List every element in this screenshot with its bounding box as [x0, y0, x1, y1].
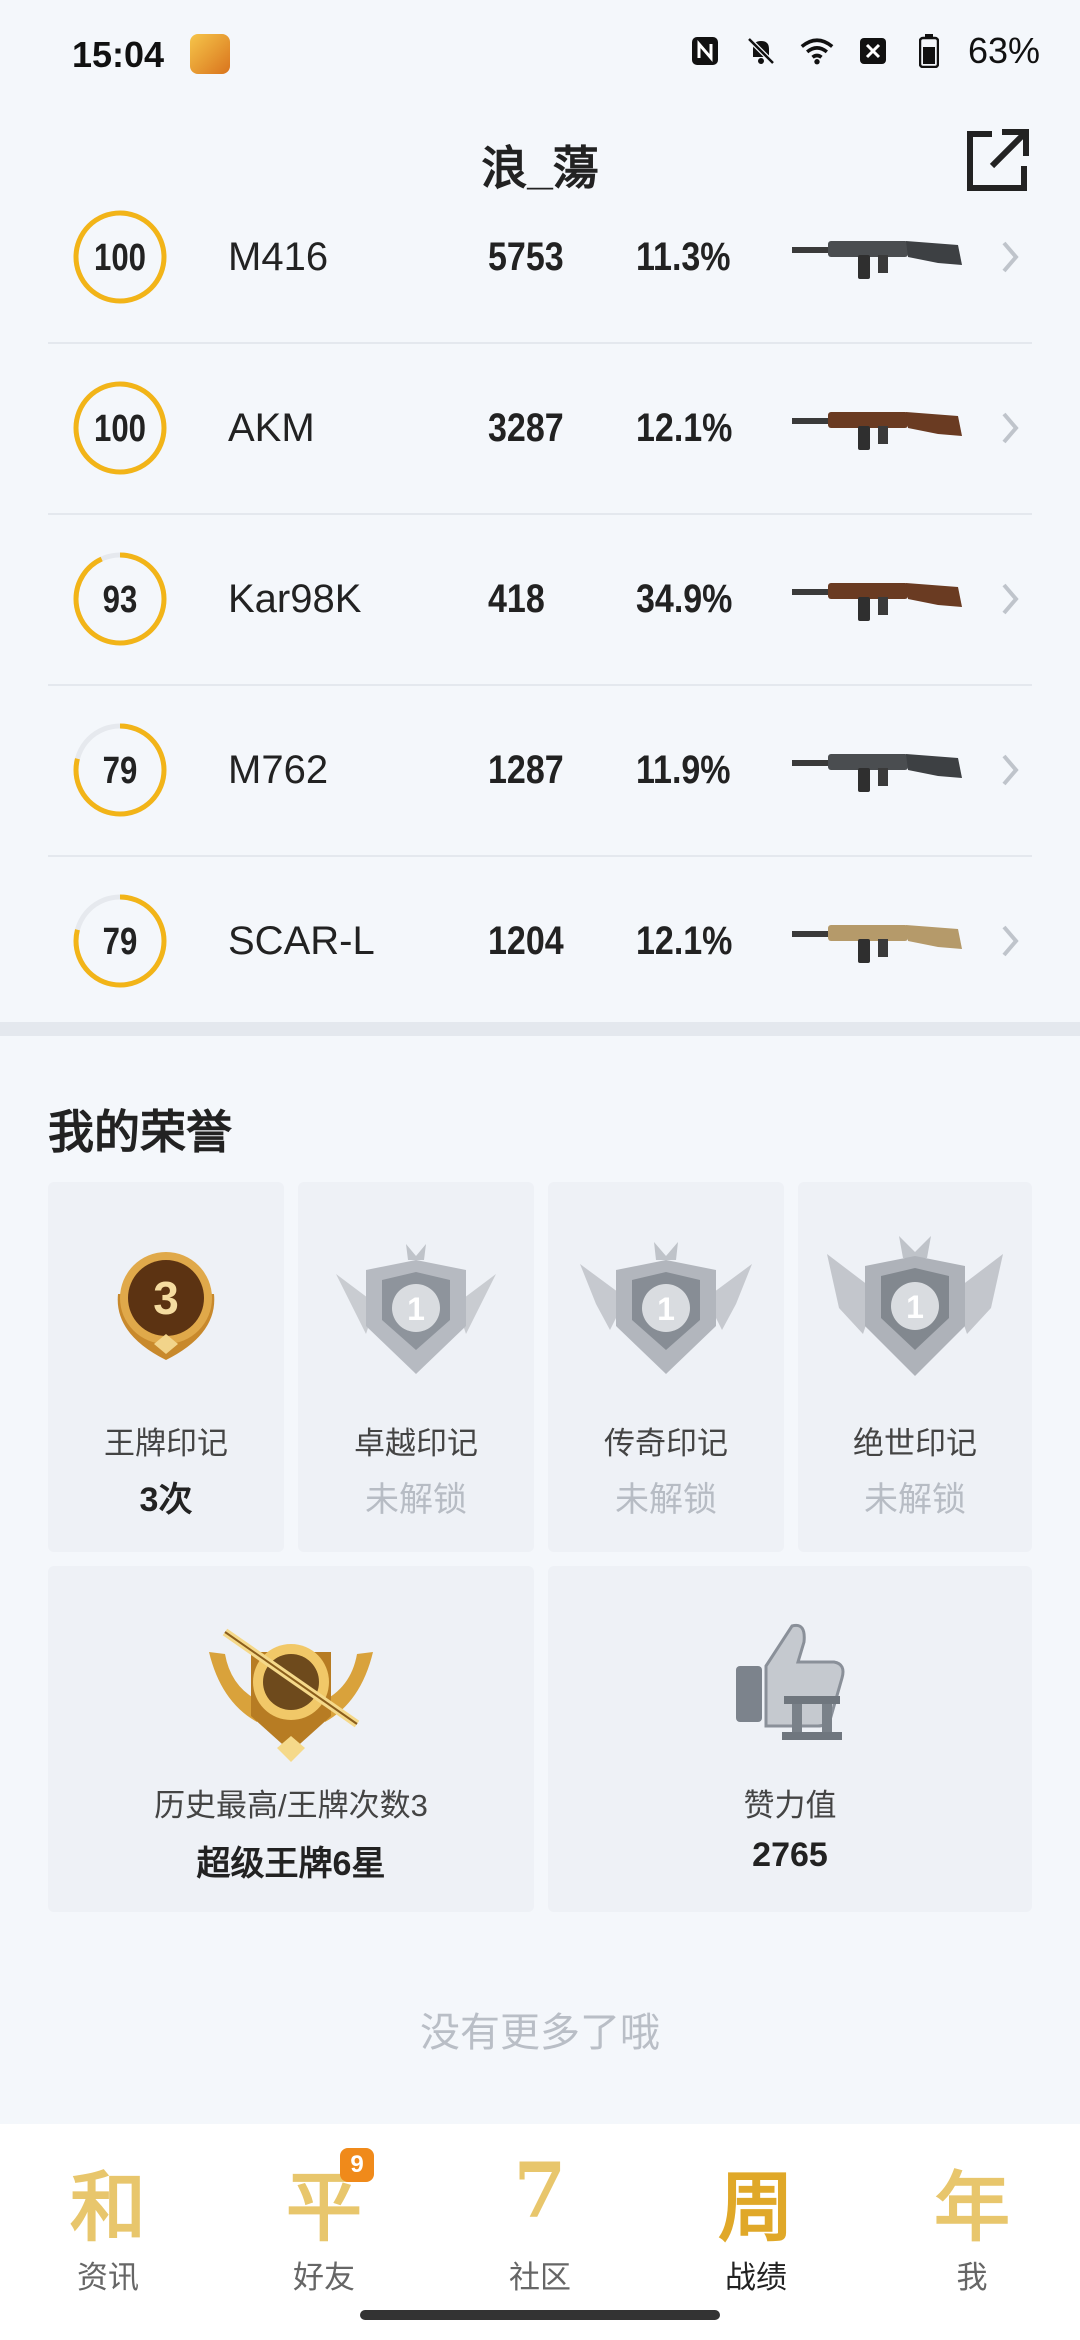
nav-records[interactable]: 周 战绩	[648, 2140, 864, 2320]
weapon-rate: 12.1%	[636, 405, 733, 450]
weapon-row[interactable]: 93 Kar98K 418 34.9%	[48, 513, 1032, 686]
app-notification-icon	[190, 34, 230, 74]
likes-card[interactable]: 赞力值 2765	[548, 1566, 1032, 1912]
no-sim-icon	[856, 34, 890, 68]
weapon-name: Kar98K	[228, 576, 362, 621]
wifi-icon	[800, 34, 834, 68]
weapon-rate: 12.1%	[636, 918, 733, 963]
likes-value: 2765	[752, 1836, 828, 1874]
status-time: 15:04	[72, 34, 165, 75]
nav-friends[interactable]: 平 9 好友	[216, 2140, 432, 2320]
weapon-image-icon	[792, 240, 962, 279]
nav-community-label: 社区	[509, 2260, 571, 2295]
unmatched-mark-label: 绝世印记	[853, 1426, 977, 1461]
status-bar: 15:04 63%	[0, 0, 1080, 110]
best-rank-label: 历史最高/王牌次数3	[154, 1788, 428, 1823]
nav-me[interactable]: 年 我	[864, 2140, 1080, 2320]
weapon-row[interactable]: 79 SCAR-L 1204 12.1%	[48, 855, 1032, 1020]
weapon-score: 100	[94, 236, 146, 279]
weapon-kills: 1287	[488, 747, 564, 792]
unmatched-mark-card[interactable]: 1 绝世印记 未解锁	[798, 1182, 1032, 1552]
section-divider	[0, 1022, 1080, 1036]
nav-community-icon: 7	[513, 2146, 567, 2235]
nav-me-label: 我	[956, 2260, 988, 2295]
legend-mark-card[interactable]: 1 传奇印记 未解锁	[548, 1182, 784, 1552]
friends-count-badge: 9	[340, 2148, 374, 2182]
nav-community[interactable]: 7 社区	[432, 2140, 648, 2320]
nav-news-icon: 和	[70, 2163, 146, 2252]
unmatched-mark-badge-icon: 1	[827, 1236, 1003, 1376]
svg-text:3: 3	[153, 1272, 179, 1324]
unmatched-mark-value: 未解锁	[864, 1481, 966, 1519]
nav-news-label: 资讯	[77, 2260, 139, 2295]
weapon-kills: 418	[488, 576, 545, 621]
ace-mark-label: 王牌印记	[104, 1426, 228, 1461]
legend-mark-badge-icon: 1	[580, 1242, 752, 1374]
weapon-kills: 1204	[488, 918, 564, 963]
home-indicator[interactable]	[360, 2310, 720, 2320]
weapon-image-icon	[792, 582, 962, 621]
weapon-rate: 11.9%	[636, 747, 731, 792]
mute-bell-icon	[744, 34, 778, 68]
legend-mark-label: 传奇印记	[604, 1426, 728, 1461]
weapon-row[interactable]: 100 M416 5753 11.3%	[48, 200, 1032, 344]
chevron-right-icon	[1002, 754, 1019, 785]
weapon-kills: 3287	[488, 405, 564, 450]
ace-mark-card[interactable]: 3 王牌印记 3次	[48, 1182, 284, 1552]
weapon-name: SCAR-L	[228, 918, 375, 963]
nav-friends-icon: 平	[286, 2163, 362, 2252]
weapon-score: 93	[102, 578, 138, 621]
nav-records-icon: 周	[718, 2163, 794, 2252]
weapon-name: M416	[228, 234, 329, 279]
share-button[interactable]	[962, 124, 1034, 196]
weapon-row[interactable]: 100 AKM 3287 12.1%	[48, 342, 1032, 515]
excellent-mark-label: 卓越印记	[354, 1426, 478, 1461]
svg-text:1: 1	[407, 1291, 425, 1327]
chevron-right-icon	[1002, 412, 1019, 443]
best-rank-value: 超级王牌6星	[196, 1845, 386, 1883]
weapon-image-icon	[792, 924, 962, 963]
status-icons: 63%	[688, 30, 1040, 72]
weapon-image-icon	[792, 753, 962, 792]
weapon-rate: 11.3%	[636, 234, 731, 279]
excellent-mark-badge-icon: 1	[336, 1244, 496, 1374]
honors-title: 我的荣誉	[48, 1106, 232, 1158]
chevron-right-icon	[1002, 583, 1019, 614]
thumbs-up-icon	[736, 1623, 845, 1740]
svg-text:1: 1	[906, 1289, 924, 1325]
weapon-rate: 34.9%	[636, 576, 733, 621]
weapon-name: M762	[228, 747, 329, 792]
ace-mark-badge-icon: 3	[117, 1252, 215, 1360]
likes-label: 赞力值	[743, 1788, 837, 1823]
best-rank-card[interactable]: 历史最高/王牌次数3 超级王牌6星	[48, 1566, 534, 1912]
nav-friends-label: 好友	[293, 2260, 355, 2295]
chevron-right-icon	[1002, 925, 1019, 956]
battery-icon	[912, 34, 946, 68]
weapon-score: 79	[102, 920, 138, 963]
share-icon	[967, 129, 1029, 191]
excellent-mark-value: 未解锁	[365, 1481, 467, 1519]
chevron-right-icon	[1002, 241, 1019, 272]
nfc-icon	[688, 34, 722, 68]
nav-records-label: 战绩	[725, 2260, 787, 2295]
bottom-nav: 和 资讯 平 9 好友 7 社区 周 战绩 年 我	[0, 2124, 1080, 2340]
legend-mark-value: 未解锁	[615, 1481, 717, 1519]
weapon-name: AKM	[228, 405, 315, 450]
battery-level: 63%	[967, 30, 1040, 71]
weapon-kills: 5753	[488, 234, 564, 279]
excellent-mark-card[interactable]: 1 卓越印记 未解锁	[298, 1182, 534, 1552]
weapon-row[interactable]: 79 M762 1287 11.9%	[48, 684, 1032, 857]
weapon-score: 100	[94, 407, 146, 450]
nav-me-icon: 年	[934, 2163, 1010, 2252]
weapon-list: 100 M416 5753 11.3% 100 AKM 3287 12.1% 93 Kar98K 4…	[0, 200, 1080, 1020]
svg-text:1: 1	[657, 1291, 675, 1327]
weapon-image-icon	[792, 411, 962, 450]
nav-news[interactable]: 和 资讯	[0, 2140, 216, 2320]
ace-mark-value: 3次	[139, 1481, 193, 1519]
no-more-text: 没有更多了哦	[420, 2011, 660, 2055]
ace-rank-badge-icon	[209, 1628, 373, 1762]
weapon-score: 79	[102, 749, 138, 792]
page-title: 浪_蕩	[481, 142, 599, 194]
